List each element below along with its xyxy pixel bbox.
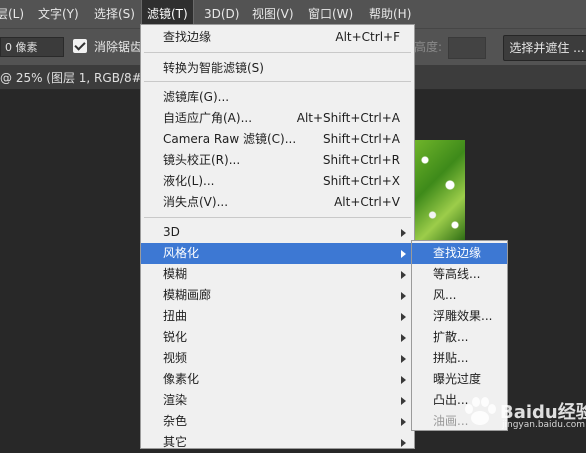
height-input[interactable] (448, 37, 486, 59)
submenu-arrow-icon (401, 418, 406, 426)
menu-item-sharpen[interactable]: 锐化 (141, 327, 414, 348)
menu-item-camera-raw[interactable]: Camera Raw 滤镜(C)... Shift+Ctrl+A (141, 129, 414, 150)
menu-item-noise[interactable]: 杂色 (141, 411, 414, 432)
menu-item-filter-gallery[interactable]: 滤镜库(G)... (141, 87, 414, 108)
submenu-item-label: 等高线... (433, 267, 481, 281)
menu-item-label: Camera Raw 滤镜(C)... (163, 132, 297, 146)
menu-layer[interactable]: 层(L) (0, 0, 24, 28)
menu-item-label: 渲染 (163, 393, 188, 407)
menu-item-label: 像素化 (163, 372, 200, 386)
submenu-arrow-icon (401, 229, 406, 237)
baidu-paw-icon (465, 397, 496, 425)
submenu-item-label: 扩散... (433, 330, 469, 344)
menu-item-distort[interactable]: 扭曲 (141, 306, 414, 327)
submenu-item-label: 浮雕效果... (433, 309, 493, 323)
menu-item-blur-gallery[interactable]: 模糊画廊 (141, 285, 414, 306)
menu-item-adaptive-wide-angle[interactable]: 自适应广角(A)... Alt+Shift+Ctrl+A (141, 108, 414, 129)
submenu-arrow-icon (401, 271, 406, 279)
filter-menu: 查找边缘 Alt+Ctrl+F 转换为智能滤镜(S) 滤镜库(G)... 自适应… (140, 24, 415, 449)
submenu-arrow-icon (401, 355, 406, 363)
menu-item-shortcut: Shift+Ctrl+A (323, 132, 400, 146)
submenu-item-tiles[interactable]: 拼贴... (412, 348, 507, 369)
menu-item-label: 扭曲 (163, 309, 188, 323)
menu-item-label: 视频 (163, 351, 188, 365)
menu-item-vanishing-point[interactable]: 消失点(V)... Alt+Ctrl+V (141, 192, 414, 213)
menu-item-label: 消失点(V)... (163, 195, 229, 209)
menu-item-lens-correction[interactable]: 镜头校正(R)... Shift+Ctrl+R (141, 150, 414, 171)
menu-item-label: 风格化 (163, 246, 200, 260)
submenu-arrow-icon (401, 376, 406, 384)
submenu-item-label: 查找边缘 (433, 246, 482, 260)
menu-item-label: 查找边缘 (163, 30, 212, 44)
menu-item-label: 模糊画廊 (163, 288, 212, 302)
height-label: 高度: (414, 40, 443, 54)
submenu-item-contour[interactable]: 等高线... (412, 264, 507, 285)
menu-item-label: 模糊 (163, 267, 188, 281)
menu-item-label: 转换为智能滤镜(S) (163, 61, 264, 75)
submenu-item-label: 曝光过度 (433, 372, 482, 386)
submenu-arrow-icon (401, 397, 406, 405)
submenu-arrow-icon (401, 292, 406, 300)
menu-select[interactable]: 选择(S) (94, 0, 135, 28)
menu-item-label: 其它 (163, 435, 188, 449)
menu-item-video[interactable]: 视频 (141, 348, 414, 369)
submenu-item-label: 风... (433, 288, 457, 302)
menu-item-shortcut: Shift+Ctrl+X (323, 174, 400, 188)
submenu-arrow-icon (401, 439, 406, 447)
menu-item-other[interactable]: 其它 (141, 432, 414, 453)
antialias-checkbox[interactable] (73, 39, 87, 53)
menu-item-liquify[interactable]: 液化(L)... Shift+Ctrl+X (141, 171, 414, 192)
submenu-item-diffuse[interactable]: 扩散... (412, 327, 507, 348)
antialias-label: 消除锯齿 (94, 40, 143, 54)
menu-item-3d[interactable]: 3D (141, 222, 414, 243)
menu-item-label: 液化(L)... (163, 174, 215, 188)
menu-item-convert-smart-filter[interactable]: 转换为智能滤镜(S) (141, 58, 414, 79)
menu-item-shortcut: Alt+Shift+Ctrl+A (296, 111, 400, 125)
feather-input[interactable]: 0 像素 (0, 37, 64, 57)
submenu-arrow-icon (401, 250, 406, 258)
submenu-item-label: 拼贴... (433, 351, 469, 365)
menu-item-find-edges-last[interactable]: 查找边缘 Alt+Ctrl+F (141, 27, 414, 48)
menu-separator (144, 217, 411, 218)
menu-item-blur[interactable]: 模糊 (141, 264, 414, 285)
menu-item-label: 自适应广角(A)... (163, 111, 253, 125)
submenu-arrow-icon (401, 334, 406, 342)
menu-item-pixelate[interactable]: 像素化 (141, 369, 414, 390)
menu-item-label: 杂色 (163, 414, 188, 428)
menu-item-label: 锐化 (163, 330, 188, 344)
submenu-item-wind[interactable]: 风... (412, 285, 507, 306)
submenu-item-solarize[interactable]: 曝光过度 (412, 369, 507, 390)
document-tab-title: @ 25% (图层 1, RGB/8#) * (0, 71, 157, 85)
menu-item-shortcut: Alt+Ctrl+V (334, 195, 400, 209)
menu-item-shortcut: Alt+Ctrl+F (335, 30, 400, 44)
menu-item-label: 3D (163, 225, 180, 239)
document-image (415, 140, 465, 240)
select-and-mask-button[interactable]: 选择并遮住 ... (503, 35, 586, 61)
submenu-item-emboss[interactable]: 浮雕效果... (412, 306, 507, 327)
menu-item-stylize[interactable]: 风格化 (141, 243, 414, 264)
menu-type[interactable]: 文字(Y) (38, 0, 79, 28)
watermark-url: jingyan.baidu.com (502, 420, 586, 430)
menu-item-shortcut: Shift+Ctrl+R (322, 153, 400, 167)
baidu-watermark: Baidu经验 jingyan.baidu.com (458, 392, 586, 432)
menu-item-label: 镜头校正(R)... (163, 153, 241, 167)
menu-separator (144, 52, 411, 53)
menu-separator (144, 81, 411, 82)
submenu-arrow-icon (401, 313, 406, 321)
submenu-item-find-edges[interactable]: 查找边缘 (412, 243, 507, 264)
menu-item-render[interactable]: 渲染 (141, 390, 414, 411)
menu-item-label: 滤镜库(G)... (163, 90, 230, 104)
